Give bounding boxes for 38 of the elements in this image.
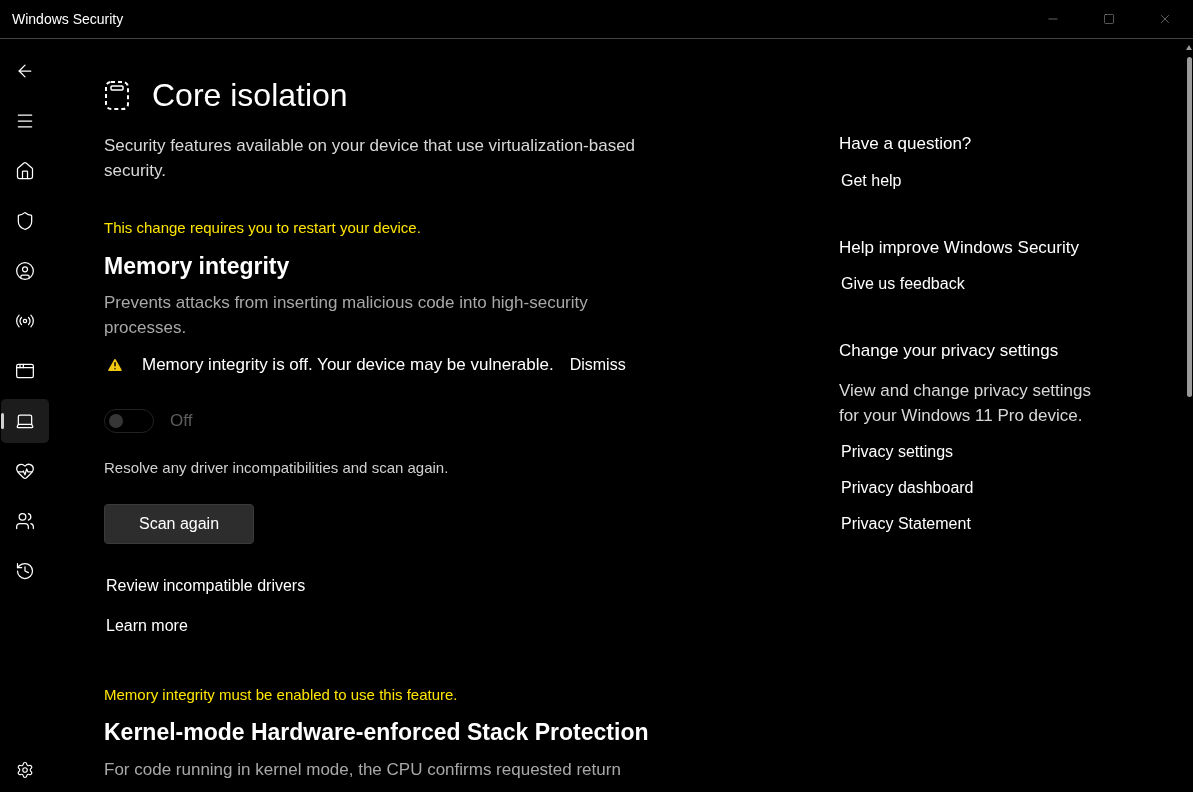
aside-heading: Have a question? xyxy=(839,133,973,155)
section-heading: Memory integrity xyxy=(104,251,291,281)
text-link[interactable]: Give us feedback xyxy=(841,272,1129,296)
heart-pulse-icon xyxy=(15,461,35,481)
page-title: Core isolation xyxy=(152,76,348,115)
aside-heading: Change your privacy settings xyxy=(839,340,1060,362)
toggle-label: Off xyxy=(170,409,193,432)
nav-item[interactable] xyxy=(1,399,49,443)
home-icon xyxy=(15,161,35,181)
text-link[interactable]: Learn more xyxy=(106,616,188,634)
dashed-chip-icon xyxy=(104,79,130,111)
section-description: For code running in kernel mode, the CPU confirms requested return xyxy=(104,759,622,781)
notice-text: This change requires you to restart your device. xyxy=(104,218,422,238)
section-description: Prevents attacks from inserting malicious code into high-security processes. xyxy=(104,292,589,340)
settings-icon xyxy=(16,761,34,779)
text-link[interactable]: Review incompatible drivers xyxy=(106,576,306,594)
warning-text: Memory integrity is off. Your device may be vulnerable. xyxy=(142,354,554,377)
shield-icon xyxy=(15,211,35,231)
person-icon xyxy=(15,261,35,281)
aside-heading: Help improve Windows Security xyxy=(839,236,1080,259)
hint-text: Resolve any driver incompatibilities and scan again. xyxy=(104,458,450,479)
window-icon xyxy=(15,361,35,381)
window-title: Windows Security xyxy=(12,9,125,29)
dismiss-link[interactable]: Dismiss xyxy=(569,353,626,377)
close-icon xyxy=(1158,12,1172,26)
maximize-icon xyxy=(1103,13,1115,25)
page-description: Security features available on your device that use virtualization-based security. xyxy=(104,135,637,182)
aside-text: View and change privacy settings for your Windows 11 Pro device. xyxy=(839,379,1092,427)
text-link[interactable]: Privacy Statement xyxy=(841,511,1129,536)
warning-icon xyxy=(106,356,124,374)
scan-again-button[interactable]: Scan again xyxy=(104,503,254,544)
text-link[interactable]: Privacy settings xyxy=(841,439,1129,464)
people-icon xyxy=(15,511,35,531)
section-heading: Kernel-mode Hardware-enforced Stack Protection xyxy=(104,718,650,747)
text-link[interactable]: Get help xyxy=(841,168,1129,193)
notice-text: Memory integrity must be enabled to use this feature. xyxy=(104,684,459,705)
text-link[interactable]: Privacy dashboard xyxy=(841,475,1129,500)
history-icon xyxy=(15,561,35,581)
